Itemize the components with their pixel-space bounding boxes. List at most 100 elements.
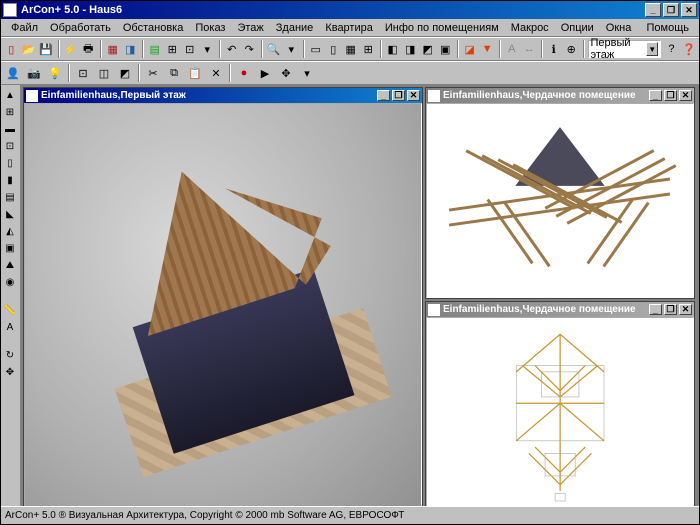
viewport-1-button[interactable]: ▭ [308,39,325,59]
child-close-button[interactable]: ✕ [679,90,692,101]
dormer-tool[interactable]: ◭ [2,223,18,239]
view2d-button[interactable]: ▦ [105,39,122,59]
cut-button[interactable]: ✂ [143,63,163,83]
app-icon [3,3,17,17]
terrain-tool[interactable]: ⛰ [2,257,18,273]
viewport-2-button[interactable]: ▯ [325,39,342,59]
lightning-button[interactable]: ⚡ [63,39,80,59]
grid-button[interactable]: ⊞ [164,39,181,59]
menu-edit[interactable]: Обработать [44,21,117,35]
door-tool[interactable]: ▯ [2,155,18,171]
viewport-br-canvas[interactable] [426,317,694,506]
info-button[interactable]: ℹ [546,39,563,59]
stairs-tool[interactable]: ▤ [2,189,18,205]
open-button[interactable]: 📂 [21,39,38,59]
shade-3-button[interactable]: ◩ [420,39,437,59]
doc-icon [26,90,38,102]
copy-button[interactable]: ⧉ [164,63,184,83]
paste-button[interactable]: 📋 [185,63,205,83]
nav-dropdown-icon[interactable]: ▾ [297,63,317,83]
move-tool[interactable]: ✥ [2,364,18,380]
minimize-button[interactable]: _ [645,3,661,17]
undo-button[interactable]: ↶ [224,39,241,59]
menu-apartment[interactable]: Квартира [319,21,379,35]
statusbar: ArCon+ 5.0 ® Визуальная Архитектура, Cop… [1,506,699,524]
hidden-button[interactable]: ◫ [94,63,114,83]
viewport-br-titlebar[interactable]: Einfamilienhaus,Чердачное помещение _ ❐ … [426,302,694,317]
child-minimize-button[interactable]: _ [377,90,390,101]
child-close-button[interactable]: ✕ [679,304,692,315]
window-tool[interactable]: ⊡ [2,138,18,154]
child-minimize-button[interactable]: _ [649,90,662,101]
shade-4-button[interactable]: ▣ [437,39,454,59]
menu-file[interactable]: Файл [5,21,44,35]
object-tool[interactable]: ◉ [2,274,18,290]
view3d-button[interactable]: ◨ [122,39,139,59]
viewport-main-title: Einfamilienhaus,Первый этаж [41,90,186,101]
misc-button[interactable]: ⊕ [563,39,580,59]
dropdown-arrow-icon[interactable]: ▾ [199,39,216,59]
redo-button[interactable]: ↷ [241,39,258,59]
viewport-tr-titlebar[interactable]: Einfamilienhaus,Чердачное помещение _ ❐ … [426,88,694,103]
record-button[interactable]: ● [234,63,254,83]
walk-button[interactable]: 👤 [3,63,23,83]
viewport-4-button[interactable]: ⊞ [360,39,377,59]
help-button[interactable]: ? [663,39,680,59]
roof-tool[interactable]: ◣ [2,206,18,222]
viewport-br-title: Einfamilienhaus,Чердачное помещение [443,304,636,315]
side-toolbar: ▲ ⊞ ▬ ⊡ ▯ ▮ ▤ ◣ ◭ ▣ ⛰ ◉ 📏 A ↻ ✥ [1,85,21,506]
child-maximize-button[interactable]: ❐ [664,90,677,101]
child-minimize-button[interactable]: _ [649,304,662,315]
maximize-button[interactable]: ❐ [663,3,679,17]
chimney-tool[interactable]: ▣ [2,240,18,256]
zoom-dropdown-icon[interactable]: ▾ [283,39,300,59]
context-help-button[interactable]: ❓ [681,39,698,59]
delete-button[interactable]: ✕ [206,63,226,83]
close-button[interactable]: ✕ [681,3,697,17]
menu-floor[interactable]: Этаж [231,21,269,35]
snap-button[interactable]: ⊡ [182,39,199,59]
status-text: ArCon+ 5.0 ® Визуальная Архитектура, Cop… [5,510,404,521]
menu-macros[interactable]: Макрос [505,21,555,35]
flag2-button[interactable]: ▼ [479,39,496,59]
menu-building[interactable]: Здание [270,21,320,35]
menu-options[interactable]: Опции [555,21,600,35]
shade-1-button[interactable]: ◧ [385,39,402,59]
menu-roominfo[interactable]: Инфо по помещениям [379,21,505,35]
layers-button[interactable]: ▤ [147,39,164,59]
rotate-tool[interactable]: ↻ [2,347,18,363]
camera-button[interactable]: 📷 [24,63,44,83]
text-button[interactable]: A [504,39,521,59]
grid-tool[interactable]: ⊞ [2,104,18,120]
child-close-button[interactable]: ✕ [407,90,420,101]
viewport-main-titlebar[interactable]: Einfamilienhaus,Первый этаж _ ❐ ✕ [24,88,422,103]
floor-selector[interactable]: Первый этаж ▼ [588,40,662,58]
print-button[interactable]: 🖶 [80,39,97,59]
menu-help[interactable]: Помощь [641,21,696,35]
titlebar: ArCon+ 5.0 - Haus6 _ ❐ ✕ [1,1,699,19]
column-tool[interactable]: ▮ [2,172,18,188]
dim-button[interactable]: ↔ [521,39,538,59]
measure-tool[interactable]: 📏 [2,302,18,318]
child-maximize-button[interactable]: ❐ [392,90,405,101]
viewport-tr-canvas[interactable] [426,103,694,298]
menu-situation[interactable]: Обстановка [117,21,189,35]
wireframe-button[interactable]: ⊡ [73,63,93,83]
viewport-main-canvas[interactable] [24,103,422,506]
light-button[interactable]: 💡 [45,63,65,83]
select-tool[interactable]: ▲ [2,87,18,103]
flag-button[interactable]: ◪ [462,39,479,59]
zoom-button[interactable]: 🔍 [266,39,283,59]
viewport-3-button[interactable]: ▦ [343,39,360,59]
new-button[interactable]: ▯ [3,39,20,59]
child-maximize-button[interactable]: ❐ [664,304,677,315]
text-tool[interactable]: A [2,319,18,335]
play-button[interactable]: ▶ [255,63,275,83]
shade-2-button[interactable]: ◨ [402,39,419,59]
wall-tool[interactable]: ▬ [2,121,18,137]
shaded-button[interactable]: ◩ [115,63,135,83]
menu-windows[interactable]: Окна [600,21,638,35]
menu-show[interactable]: Показ [189,21,231,35]
save-button[interactable]: 💾 [38,39,55,59]
pan-button[interactable]: ✥ [276,63,296,83]
